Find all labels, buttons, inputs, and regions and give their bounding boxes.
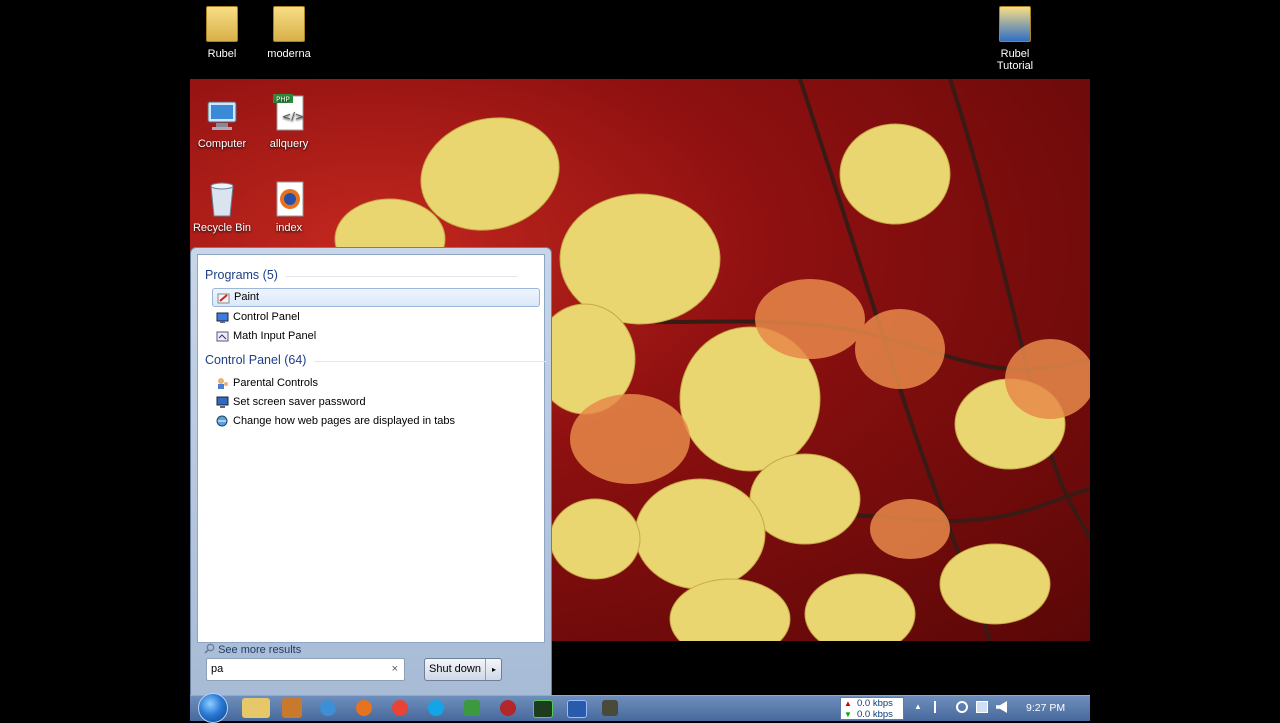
desktop-icon-index[interactable]: index <box>254 180 324 234</box>
desktop-icon-moderna[interactable]: moderna <box>254 6 324 60</box>
search-input[interactable] <box>207 659 385 679</box>
desktop-icon-label: moderna <box>267 48 311 60</box>
magnifier-icon <box>204 643 215 654</box>
folder-icon <box>997 6 1033 44</box>
record-taskbar-icon[interactable] <box>500 700 516 716</box>
control-panel-icon <box>216 311 229 324</box>
desktop-icon-rubel[interactable]: Rubel <box>187 6 257 60</box>
shutdown-button-group: Shut down ▸ <box>424 658 502 681</box>
php-file-icon: PHP </> <box>271 92 307 131</box>
system-tray: 0.0 kbps 0.0 kbps ▲ 9:27 PM <box>838 696 1090 721</box>
see-more-label: See more results <box>218 644 302 656</box>
download-speed: 0.0 kbps <box>841 709 903 720</box>
clock[interactable]: 9:27 PM <box>1026 702 1065 714</box>
desktop-icon-label: allquery <box>269 138 309 150</box>
desktop-icon-computer[interactable]: Computer <box>187 96 257 150</box>
recycle-bin-icon <box>204 180 240 218</box>
desktop-icon-allquery[interactable]: PHP </> allquery <box>254 92 324 150</box>
desktop: Rubel moderna Rubel Tutorial Computer PH… <box>0 0 1280 723</box>
network-speed-meter: 0.0 kbps 0.0 kbps <box>840 697 904 720</box>
desktop-icon-rubel-tutorial[interactable]: Rubel Tutorial <box>980 6 1050 72</box>
result-label: Set screen saver password <box>233 396 366 408</box>
result-label: Control Panel <box>233 311 300 323</box>
start-orb-icon[interactable] <box>198 693 228 723</box>
result-item-web-pages-tabs[interactable]: Change how web pages are displayed in ta… <box>212 412 540 431</box>
download-manager-taskbar-icon[interactable] <box>464 700 480 716</box>
computer-icon <box>204 96 240 134</box>
action-center-flag-icon[interactable] <box>934 701 946 713</box>
svg-text:PHP: PHP <box>276 96 290 104</box>
math-input-panel-icon <box>216 330 229 343</box>
search-results-pane: Programs (5) Paint Control Panel Math In… <box>197 254 548 656</box>
result-label: Parental Controls <box>233 377 318 389</box>
chrome-taskbar-icon[interactable] <box>392 700 408 716</box>
browser-globe-taskbar-icon[interactable] <box>320 700 336 716</box>
paint-icon <box>217 292 230 305</box>
firefox-taskbar-icon[interactable] <box>356 700 372 716</box>
desktop-icon-label: Computer <box>197 138 247 150</box>
screen-saver-icon <box>216 396 229 409</box>
desktop-icon-label: Rubel Tutorial <box>996 48 1034 72</box>
programs-header[interactable]: Programs (5) <box>205 268 518 282</box>
result-label: Paint <box>234 291 260 303</box>
desktop-icon-recycle-bin[interactable]: Recycle Bin <box>187 180 257 234</box>
upload-speed: 0.0 kbps <box>841 698 903 709</box>
result-item-control-panel[interactable]: Control Panel <box>212 308 540 327</box>
folder-icon <box>271 6 307 44</box>
search-box[interactable]: × <box>206 658 405 681</box>
volume-icon[interactable] <box>996 701 1007 713</box>
firefox-file-icon <box>271 180 307 218</box>
internet-options-icon <box>216 415 229 428</box>
result-item-screen-saver-password[interactable]: Set screen saver password <box>212 393 540 412</box>
desktop-icon-label: Recycle Bin <box>192 222 252 234</box>
desktop-icon-label: Rubel <box>207 48 237 60</box>
shutdown-button[interactable]: Shut down <box>425 659 485 680</box>
result-item-parental-controls[interactable]: Parental Controls <box>212 374 540 393</box>
show-hidden-icons-icon[interactable]: ▲ <box>914 702 922 711</box>
app-taskbar-icon[interactable] <box>602 700 618 716</box>
result-label: Change how web pages are displayed in ta… <box>233 415 455 427</box>
desktop-icon-label: index <box>275 222 303 234</box>
result-item-paint[interactable]: Paint <box>212 288 540 307</box>
skype-taskbar-icon[interactable] <box>428 700 444 716</box>
result-label: Math Input Panel <box>233 330 317 342</box>
network-icon[interactable] <box>976 701 988 713</box>
result-item-math-input-panel[interactable]: Math Input Panel <box>212 327 540 346</box>
media-player-taskbar-icon[interactable] <box>282 698 302 718</box>
control-panel-header[interactable]: Control Panel (64) <box>205 353 548 367</box>
explorer-taskbar-icon[interactable] <box>242 698 270 718</box>
user-folder-icon <box>204 6 240 44</box>
see-more-results-link[interactable]: See more results <box>204 642 301 656</box>
dreamweaver-taskbar-icon[interactable] <box>533 700 553 718</box>
svg-text:</>: </> <box>282 110 304 123</box>
parental-controls-icon <box>216 377 229 390</box>
word-taskbar-icon[interactable] <box>567 700 587 718</box>
start-menu: Programs (5) Paint Control Panel Math In… <box>190 247 552 697</box>
clear-search-icon[interactable]: × <box>392 663 398 675</box>
taskbar: 0.0 kbps 0.0 kbps ▲ 9:27 PM <box>190 693 1090 723</box>
shutdown-options-arrow-icon[interactable]: ▸ <box>485 659 502 680</box>
tray-app-icon[interactable] <box>956 701 968 713</box>
